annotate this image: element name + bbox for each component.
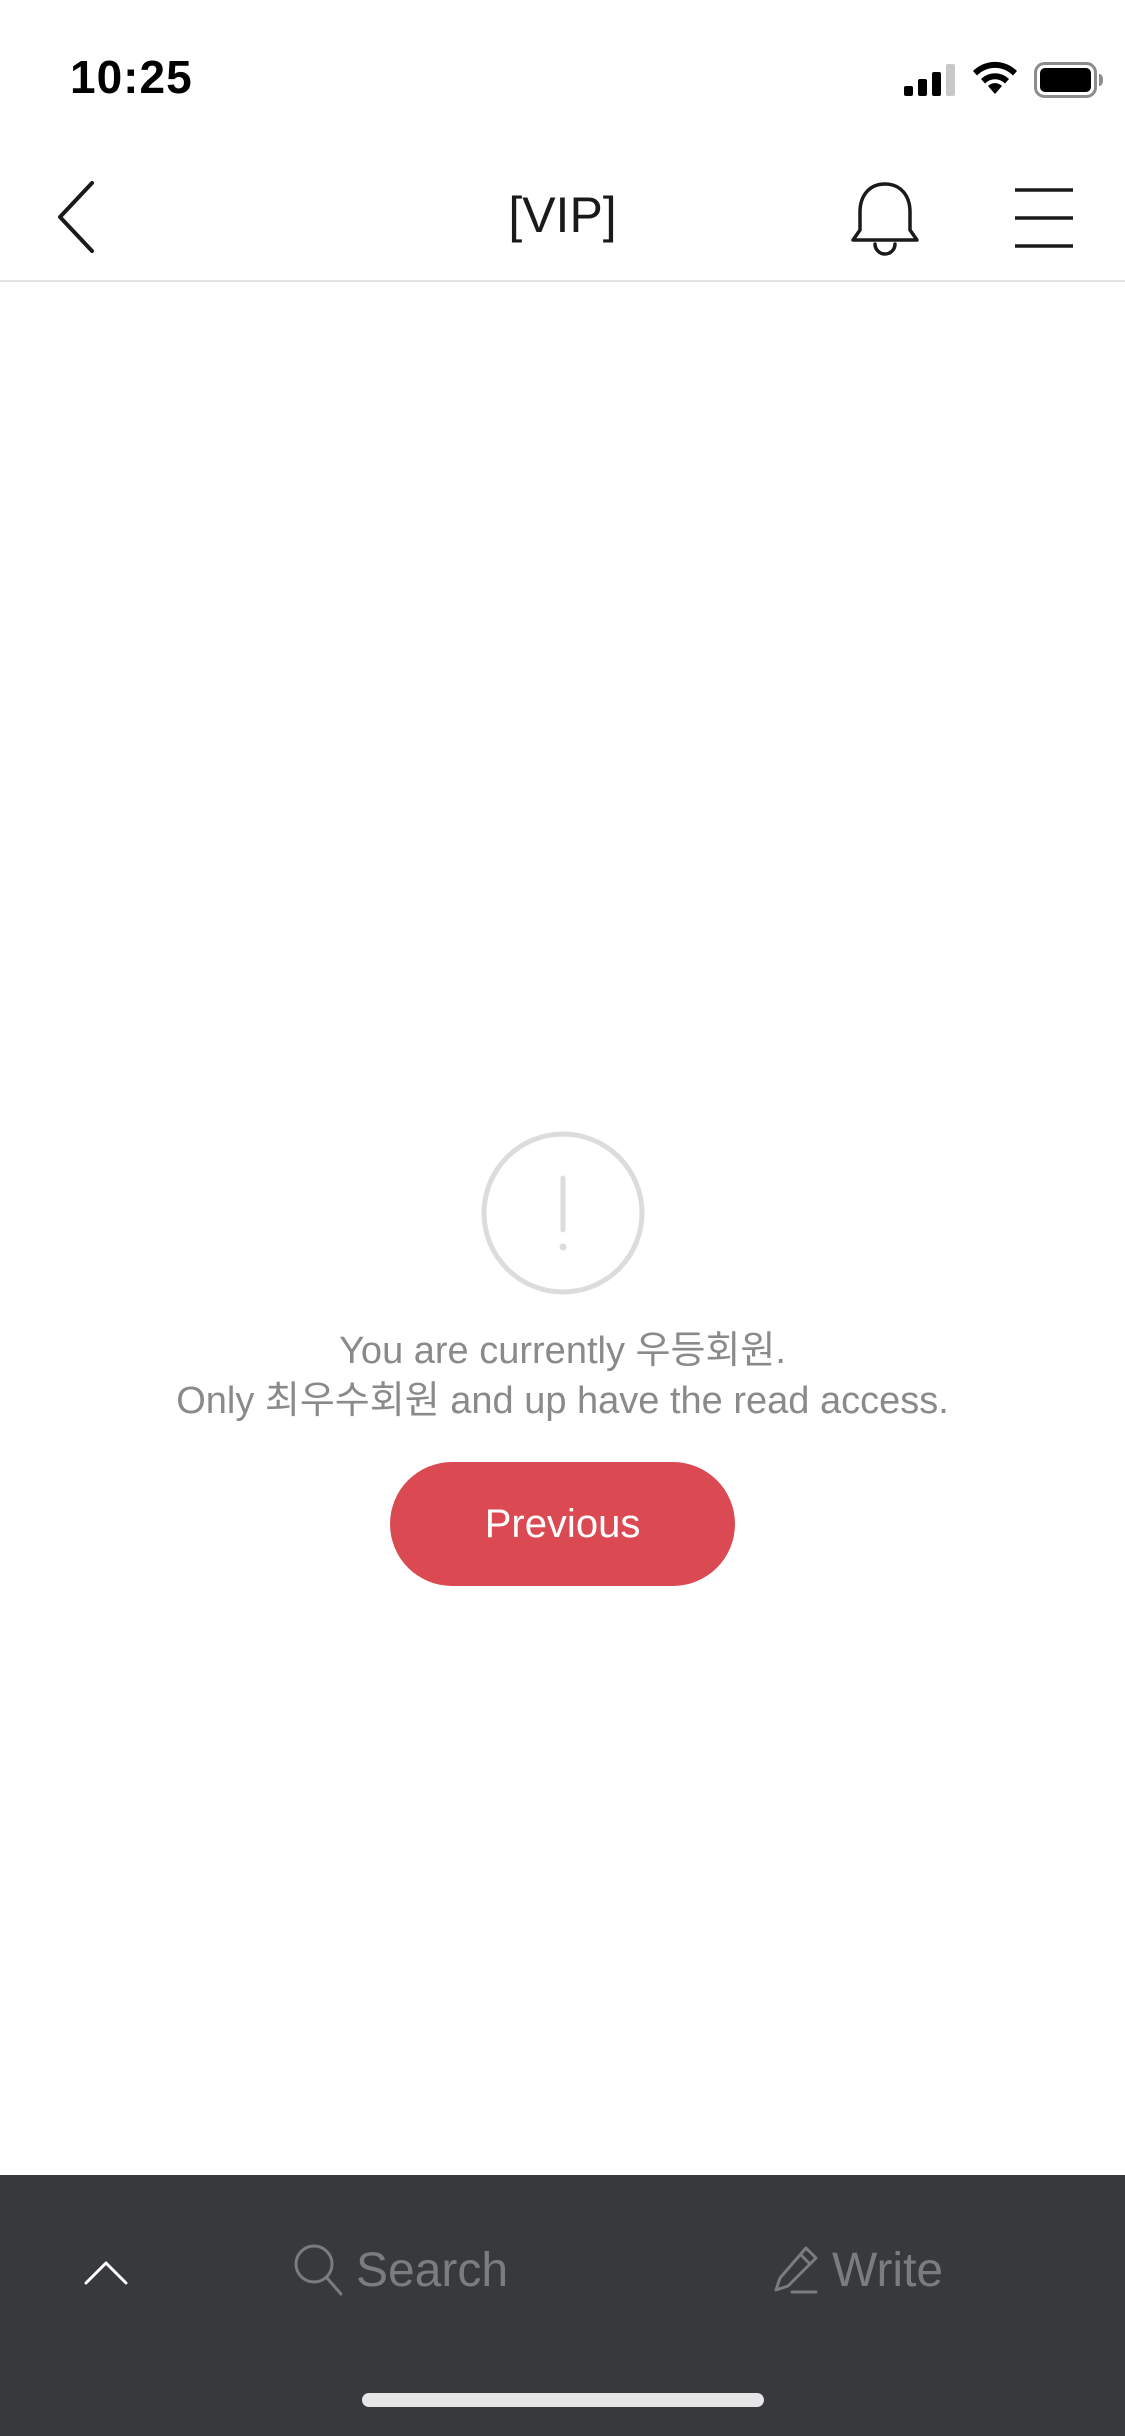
back-button[interactable] xyxy=(40,175,120,255)
pencil-icon xyxy=(774,2246,818,2294)
notice-text: You are currently 우등회원. Only 최우수회원 and u… xyxy=(0,1326,1125,1426)
page-title: [VIP] xyxy=(508,187,617,243)
write-label: Write xyxy=(832,2243,944,2297)
search-button[interactable]: Search xyxy=(292,2235,508,2305)
access-notice: You are currently 우등회원. Only 최우수회원 and u… xyxy=(0,1130,1125,1586)
chevron-up-icon xyxy=(84,2261,128,2285)
notice-line-current-level: You are currently 우등회원. xyxy=(339,1330,786,1372)
menu-button[interactable] xyxy=(1005,178,1079,258)
bell-icon xyxy=(851,182,919,256)
status-time: 10:25 xyxy=(70,51,193,103)
search-icon xyxy=(294,2244,343,2296)
hamburger-menu-icon xyxy=(1015,188,1073,248)
chevron-left-icon xyxy=(58,181,94,253)
wifi-icon xyxy=(973,61,1017,94)
scroll-to-top-button[interactable] xyxy=(76,2245,136,2295)
nav-header: [VIP] xyxy=(0,150,1125,282)
battery-icon xyxy=(1034,62,1103,98)
cellular-signal-icon xyxy=(904,64,955,96)
previous-button[interactable]: Previous xyxy=(390,1462,735,1586)
notice-line-required-level: Only 최우수회원 and up have the read access. xyxy=(176,1380,949,1422)
screen: 10:25 [VIP] You are currently 우등회원. Only… xyxy=(0,0,1125,2436)
search-label: Search xyxy=(356,2243,509,2297)
home-indicator xyxy=(362,2393,764,2407)
status-icons xyxy=(904,60,1103,100)
notifications-button[interactable] xyxy=(845,178,925,258)
exclamation-circle-icon xyxy=(481,1131,644,1295)
status-bar: 10:25 xyxy=(0,0,1125,150)
write-button[interactable]: Write xyxy=(772,2235,943,2305)
